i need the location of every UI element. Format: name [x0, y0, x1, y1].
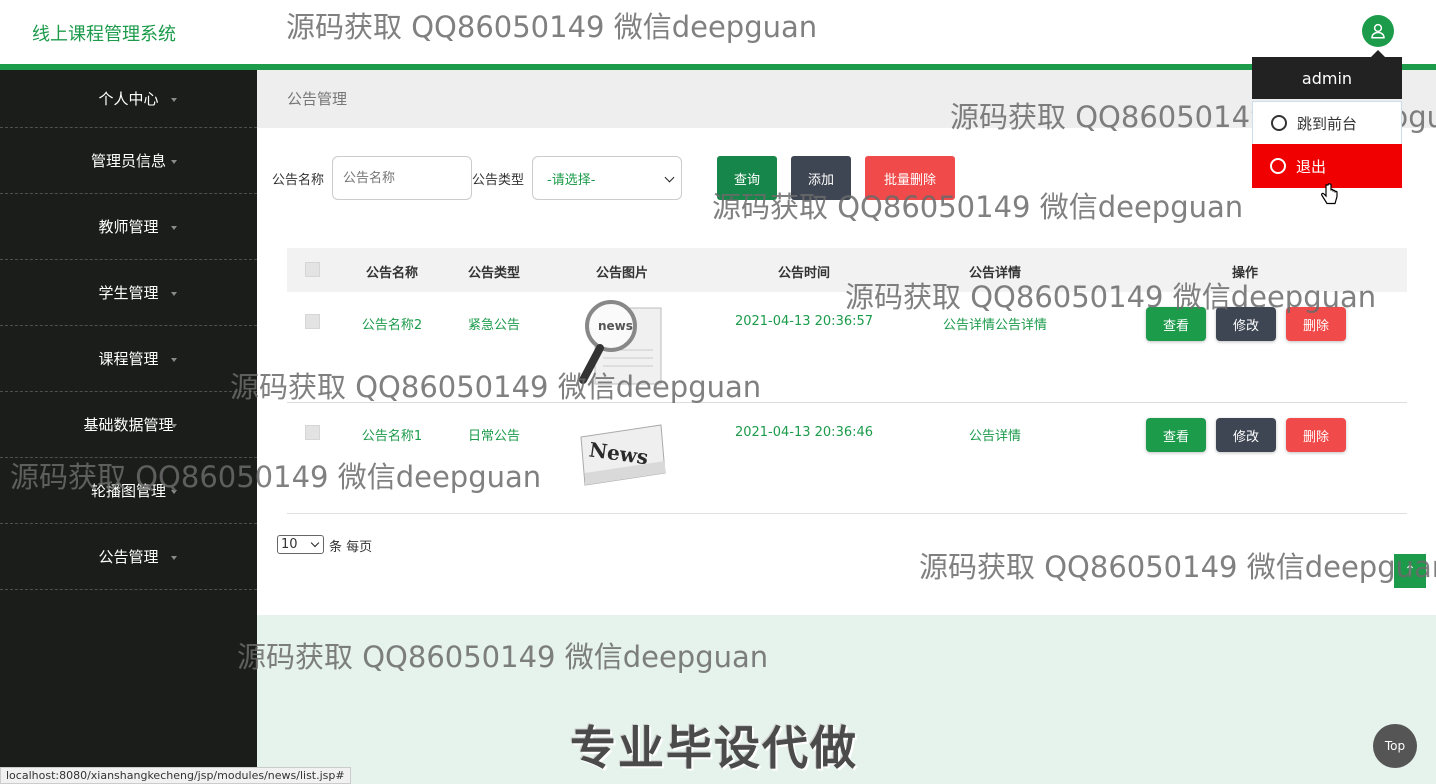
- notice-name: 公告名称2: [361, 318, 423, 333]
- caret-down-icon: [170, 97, 177, 102]
- logout-label: 退出: [1296, 157, 1327, 176]
- name-filter-label: 公告名称: [272, 173, 325, 188]
- sidebar-item-profile[interactable]: 个人中心: [0, 70, 257, 128]
- go-to-frontend-label: 跳到前台: [1297, 114, 1358, 133]
- power-icon: [1271, 115, 1287, 131]
- caret-down-icon: [170, 225, 177, 230]
- sidebar-item-label: 课程管理: [98, 350, 159, 368]
- column-header: 公告名称: [365, 266, 419, 281]
- page-size-value: 10: [281, 537, 298, 552]
- edit-button[interactable]: 修改: [1216, 307, 1276, 341]
- column-header: 操作: [1231, 266, 1259, 281]
- footer-slogan: 专业毕设代做: [570, 721, 858, 775]
- app-title: 线上课程管理系统: [32, 24, 176, 45]
- user-icon: [1371, 23, 1385, 39]
- column-header: 公告图片: [595, 266, 649, 281]
- notice-type: 紧急公告: [467, 318, 521, 333]
- sidebar-item-label: 教师管理: [98, 218, 159, 236]
- type-select[interactable]: -请选择-: [532, 156, 682, 200]
- sidebar-item-courses[interactable]: 课程管理: [0, 326, 257, 392]
- page-size-suffix: 条 每页: [329, 540, 373, 555]
- news-magnifier-image: news: [579, 300, 662, 385]
- sidebar-item-label: 基础数据管理: [83, 416, 174, 434]
- type-filter-label: 公告类型: [472, 173, 525, 188]
- view-button[interactable]: 查看: [1146, 307, 1206, 341]
- name-search-input[interactable]: [332, 156, 472, 200]
- news-paper-image: News: [580, 424, 666, 486]
- sidebar-item-carousel[interactable]: 轮播图管理: [0, 458, 257, 524]
- add-button[interactable]: 添加: [791, 156, 851, 200]
- notice-detail: 公告详情: [968, 429, 1022, 444]
- notice-time: 2021-04-13 20:36:57: [734, 314, 874, 329]
- user-dropdown-menu: admin 跳到前台 退出: [1252, 50, 1402, 189]
- sidebar-item-students[interactable]: 学生管理: [0, 260, 257, 326]
- type-select-value: -请选择-: [547, 172, 596, 188]
- sidebar-item-teachers[interactable]: 教师管理: [0, 194, 257, 260]
- delete-button[interactable]: 删除: [1286, 307, 1346, 341]
- back-to-top-button[interactable]: Top: [1373, 724, 1417, 768]
- table-row: 公告名称2 紧急公告 news 2021-04-13 20:36:57 公告详情…: [287, 292, 1407, 403]
- scroll-up-button[interactable]: ↑: [1394, 554, 1426, 588]
- svg-text:news: news: [598, 319, 633, 333]
- caret-down-icon: [170, 291, 177, 296]
- caret-down-icon: [170, 489, 177, 494]
- hand-cursor-icon: [1321, 183, 1338, 205]
- page-size-select[interactable]: 10: [277, 535, 324, 554]
- notice-type: 日常公告: [467, 429, 521, 444]
- status-bar-url: localhost:8080/xianshangkecheng/jsp/modu…: [0, 767, 351, 784]
- caret-down-icon: [170, 555, 177, 560]
- user-avatar[interactable]: [1362, 15, 1394, 47]
- sidebar: 个人中心 管理员信息 教师管理 学生管理 课程管理 基础数据管理 轮播图管理 公…: [0, 70, 257, 784]
- batch-delete-button[interactable]: 批量删除: [865, 156, 955, 200]
- sidebar-item-label: 轮播图管理: [90, 482, 166, 500]
- sidebar-item-label: 学生管理: [98, 284, 159, 302]
- notice-name: 公告名称1: [361, 429, 423, 444]
- edit-button[interactable]: 修改: [1216, 418, 1276, 452]
- view-button[interactable]: 查看: [1146, 418, 1206, 452]
- chevron-down-icon: [664, 172, 675, 183]
- power-icon: [1270, 158, 1286, 174]
- column-header: 公告详情: [968, 266, 1022, 281]
- notice-detail: 公告详情公告详情: [942, 318, 1048, 333]
- notice-table: 公告名称 公告类型 公告图片 公告时间 公告详情 操作 公告名称2 紧急公告 n…: [287, 248, 1407, 514]
- sidebar-item-basic-data[interactable]: 基础数据管理: [0, 392, 257, 458]
- logout-item[interactable]: 退出: [1252, 144, 1402, 188]
- watermark: 源码获取 QQ86050149 微信deepguan: [919, 550, 1436, 584]
- caret-down-icon: [170, 159, 177, 164]
- sidebar-item-label: 公告管理: [98, 548, 159, 566]
- breadcrumb: 公告管理: [287, 90, 348, 108]
- column-header: 公告时间: [777, 266, 831, 281]
- row-checkbox[interactable]: [305, 314, 320, 329]
- top-header: 线上课程管理系统: [0, 0, 1436, 64]
- notice-time: 2021-04-13 20:36:46: [734, 425, 874, 440]
- go-to-frontend-item[interactable]: 跳到前台: [1252, 101, 1402, 145]
- table-row: 公告名称1 日常公告 News 2021-04-13 20:36:46 公告详情…: [287, 403, 1407, 514]
- row-checkbox[interactable]: [305, 425, 320, 440]
- sidebar-item-label: 管理员信息: [90, 152, 166, 170]
- select-all-checkbox[interactable]: [305, 262, 320, 277]
- caret-down-icon: [170, 423, 177, 428]
- query-button[interactable]: 查询: [717, 156, 777, 200]
- table-header: 公告名称 公告类型 公告图片 公告时间 公告详情 操作: [287, 248, 1407, 292]
- dropdown-username: admin: [1252, 57, 1402, 99]
- chevron-down-icon: [310, 538, 320, 548]
- caret-down-icon: [170, 357, 177, 362]
- sidebar-item-label: 个人中心: [98, 90, 159, 108]
- sidebar-item-admins[interactable]: 管理员信息: [0, 128, 257, 194]
- column-header: 公告类型: [467, 266, 521, 281]
- delete-button[interactable]: 删除: [1286, 418, 1346, 452]
- sidebar-item-notices[interactable]: 公告管理: [0, 524, 257, 590]
